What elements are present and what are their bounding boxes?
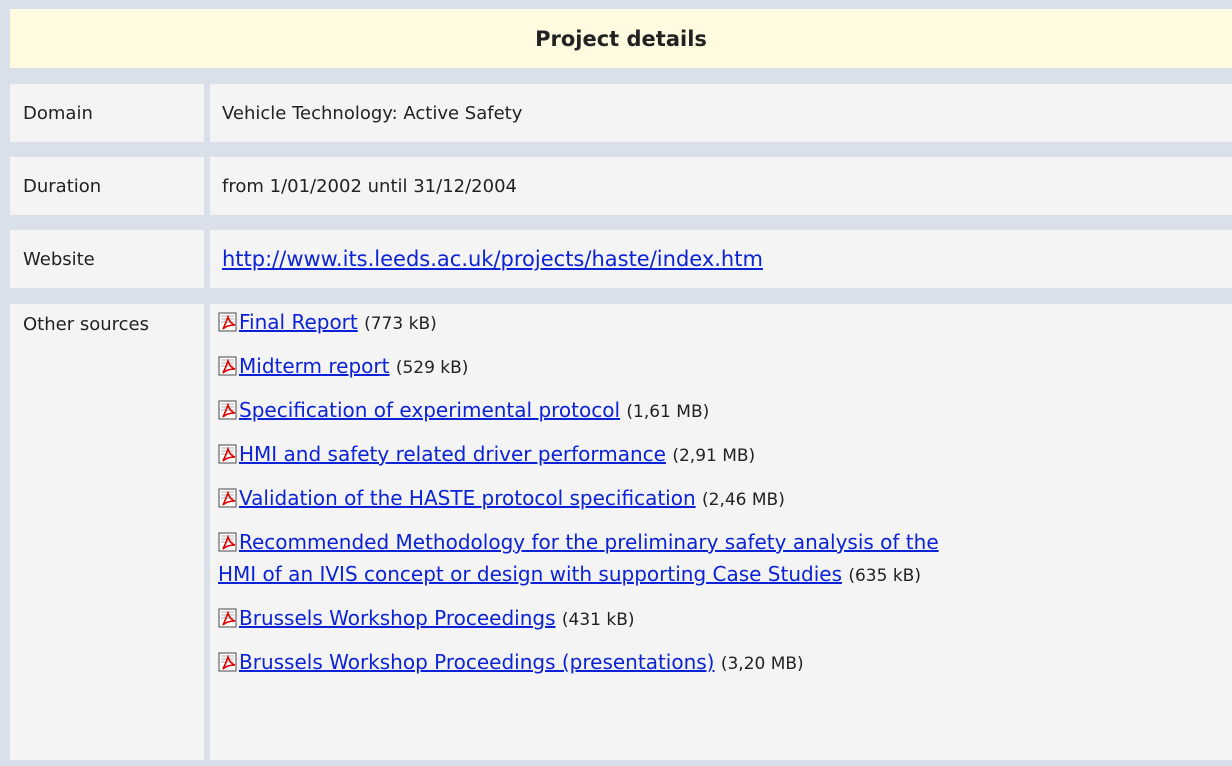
panel-title: Project details (10, 9, 1232, 68)
source-link-recommended-methodology[interactable]: Recommended Methodology for the prelimin… (218, 530, 939, 586)
file-size: (635 kB) (848, 566, 921, 586)
website-link[interactable]: http://www.its.leeds.ac.uk/projects/hast… (222, 247, 763, 271)
source-link-midterm-report[interactable]: Midterm report (239, 354, 389, 378)
domain-value: Vehicle Technology: Active Safety (210, 84, 1232, 142)
duration-label: Duration (10, 157, 204, 215)
file-size: (3,20 MB) (720, 654, 804, 674)
source-item: Final Report (773 kB) (218, 306, 1232, 340)
duration-row: Duration from 1/01/2002 until 31/12/2004 (10, 157, 1232, 215)
other-sources-label: Other sources (10, 304, 204, 760)
link-line-1: Recommended Methodology for the prelimin… (239, 530, 939, 554)
source-item: Validation of the HASTE protocol specifi… (218, 482, 1232, 516)
source-link-final-report[interactable]: Final Report (239, 310, 358, 334)
file-size: (773 kB) (364, 314, 437, 334)
file-size: (2,91 MB) (672, 446, 756, 466)
website-value: http://www.its.leeds.ac.uk/projects/hast… (210, 230, 1232, 288)
file-size: (431 kB) (561, 610, 635, 630)
other-sources-row: Other sources Final Report (773 kB) Midt… (10, 304, 1232, 760)
source-link-brussels-proceedings[interactable]: Brussels Workshop Proceedings (239, 606, 556, 630)
source-item: Brussels Workshop Proceedings (presentat… (218, 646, 1232, 680)
project-details-panel: Project details Domain Vehicle Technolog… (10, 9, 1232, 766)
source-item: HMI and safety related driver performanc… (218, 438, 1232, 472)
source-item: Specification of experimental protocol (… (218, 394, 1232, 428)
source-link-specification[interactable]: Specification of experimental protocol (239, 398, 620, 422)
pdf-file-icon (218, 400, 237, 420)
pdf-file-icon (218, 652, 237, 672)
pdf-file-icon (218, 488, 237, 508)
pdf-file-icon (218, 444, 237, 464)
website-row: Website http://www.its.leeds.ac.uk/proje… (10, 230, 1232, 288)
duration-value: from 1/01/2002 until 31/12/2004 (210, 157, 1232, 215)
source-item: Midterm report (529 kB) (218, 350, 1232, 384)
source-link-validation[interactable]: Validation of the HASTE protocol specifi… (239, 486, 696, 510)
source-link-brussels-presentations[interactable]: Brussels Workshop Proceedings (presentat… (239, 650, 714, 674)
file-size: (1,61 MB) (626, 402, 710, 422)
other-sources-list: Final Report (773 kB) Midterm report (52… (210, 304, 1232, 760)
source-link-hmi-performance[interactable]: HMI and safety related driver performanc… (239, 442, 666, 466)
website-label: Website (10, 230, 204, 288)
link-line-2: HMI of an IVIS concept or design with su… (218, 562, 842, 586)
pdf-file-icon (218, 532, 237, 552)
pdf-file-icon (218, 608, 237, 628)
domain-row: Domain Vehicle Technology: Active Safety (10, 84, 1232, 142)
source-item: Recommended Methodology for the prelimin… (218, 526, 1232, 592)
pdf-file-icon (218, 356, 237, 376)
file-size: (2,46 MB) (702, 490, 785, 510)
domain-label: Domain (10, 84, 204, 142)
pdf-file-icon (218, 312, 237, 332)
source-item: Brussels Workshop Proceedings (431 kB) (218, 602, 1232, 636)
file-size: (529 kB) (395, 358, 469, 378)
